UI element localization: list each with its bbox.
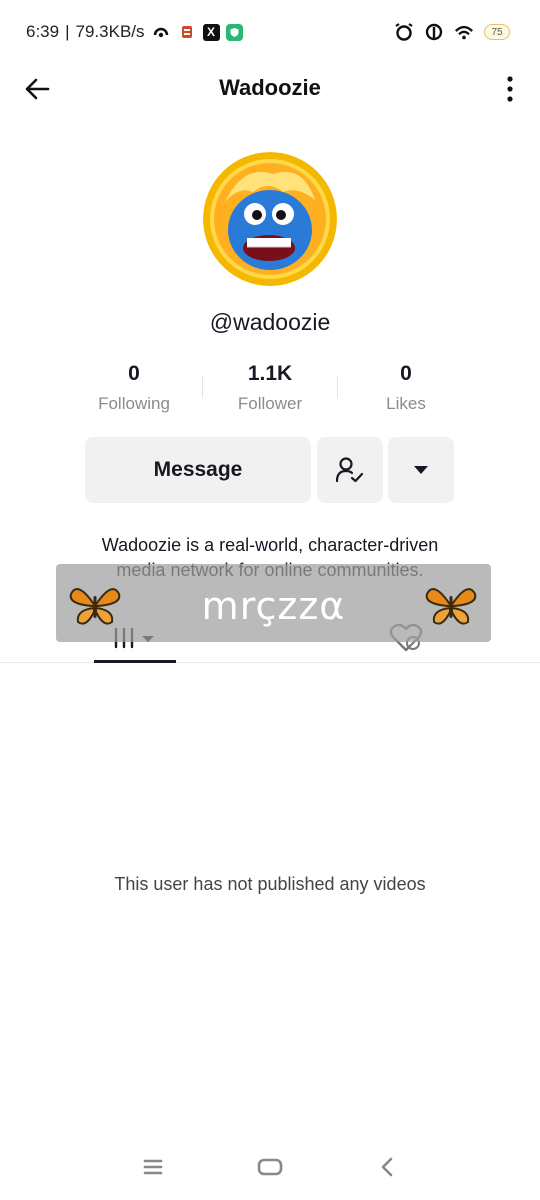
active-tab-indicator	[94, 660, 176, 663]
back-nav-icon	[381, 1157, 393, 1177]
status-right: 75	[394, 22, 510, 42]
stat-label: Likes	[386, 394, 426, 413]
recents-button[interactable]	[133, 1152, 173, 1182]
data-icon	[424, 22, 444, 42]
status-time: 6:39	[26, 22, 60, 41]
avatar-image	[203, 152, 337, 286]
watermark-overlay: mrçzzα	[56, 564, 491, 642]
stat-value: 1.1K	[247, 362, 293, 385]
profile-header: Wadoozie	[0, 66, 540, 110]
stat-value: 0	[128, 362, 140, 385]
more-options-button[interactable]	[498, 72, 522, 106]
hotspot-icon	[151, 22, 171, 42]
butterfly-icon	[425, 588, 477, 625]
profile-username: @wadoozie	[209, 309, 331, 335]
app-notification-icon	[177, 22, 197, 42]
stat-label: Following	[98, 394, 170, 413]
message-button[interactable]: Message	[85, 437, 311, 503]
caret-down-icon	[414, 466, 428, 474]
bio-line: Wadoozie is a real-world, character-driv…	[101, 535, 439, 555]
empty-videos-message: This user has not published any videos	[114, 874, 426, 894]
battery-icon: 75	[484, 24, 510, 40]
suggested-accounts-button[interactable]	[388, 437, 454, 503]
back-nav-button[interactable]	[367, 1152, 407, 1182]
home-button[interactable]	[250, 1152, 290, 1182]
alarm-icon	[394, 22, 414, 42]
security-app-icon	[225, 23, 243, 41]
stat-likes[interactable]: 0 Likes	[338, 362, 474, 418]
stat-label: Follower	[237, 394, 303, 413]
follow-check-icon	[335, 457, 364, 483]
status-separator: |	[65, 22, 70, 41]
stat-divider	[202, 376, 203, 398]
wifi-icon	[454, 22, 474, 42]
status-left: 6:39 | 79.3KB/s X	[26, 22, 243, 42]
stat-follower[interactable]: 1.1K Follower	[202, 362, 338, 418]
more-vertical-icon	[507, 76, 513, 102]
stat-value: 0	[400, 362, 412, 385]
menu-icon	[143, 1159, 163, 1175]
profile-stats: 0 Following 1.1K Follower 0 Likes	[66, 362, 474, 418]
stat-following[interactable]: 0 Following	[66, 362, 202, 418]
following-status-button[interactable]	[317, 437, 383, 503]
avatar[interactable]	[203, 152, 337, 286]
page-title: Wadoozie	[219, 75, 321, 100]
network-speed: 79.3KB/s	[75, 22, 145, 41]
x-app-icon: X	[202, 23, 220, 41]
home-icon	[257, 1158, 283, 1176]
status-bar: 6:39 | 79.3KB/s X 75	[0, 0, 540, 66]
system-navbar	[0, 1140, 540, 1200]
